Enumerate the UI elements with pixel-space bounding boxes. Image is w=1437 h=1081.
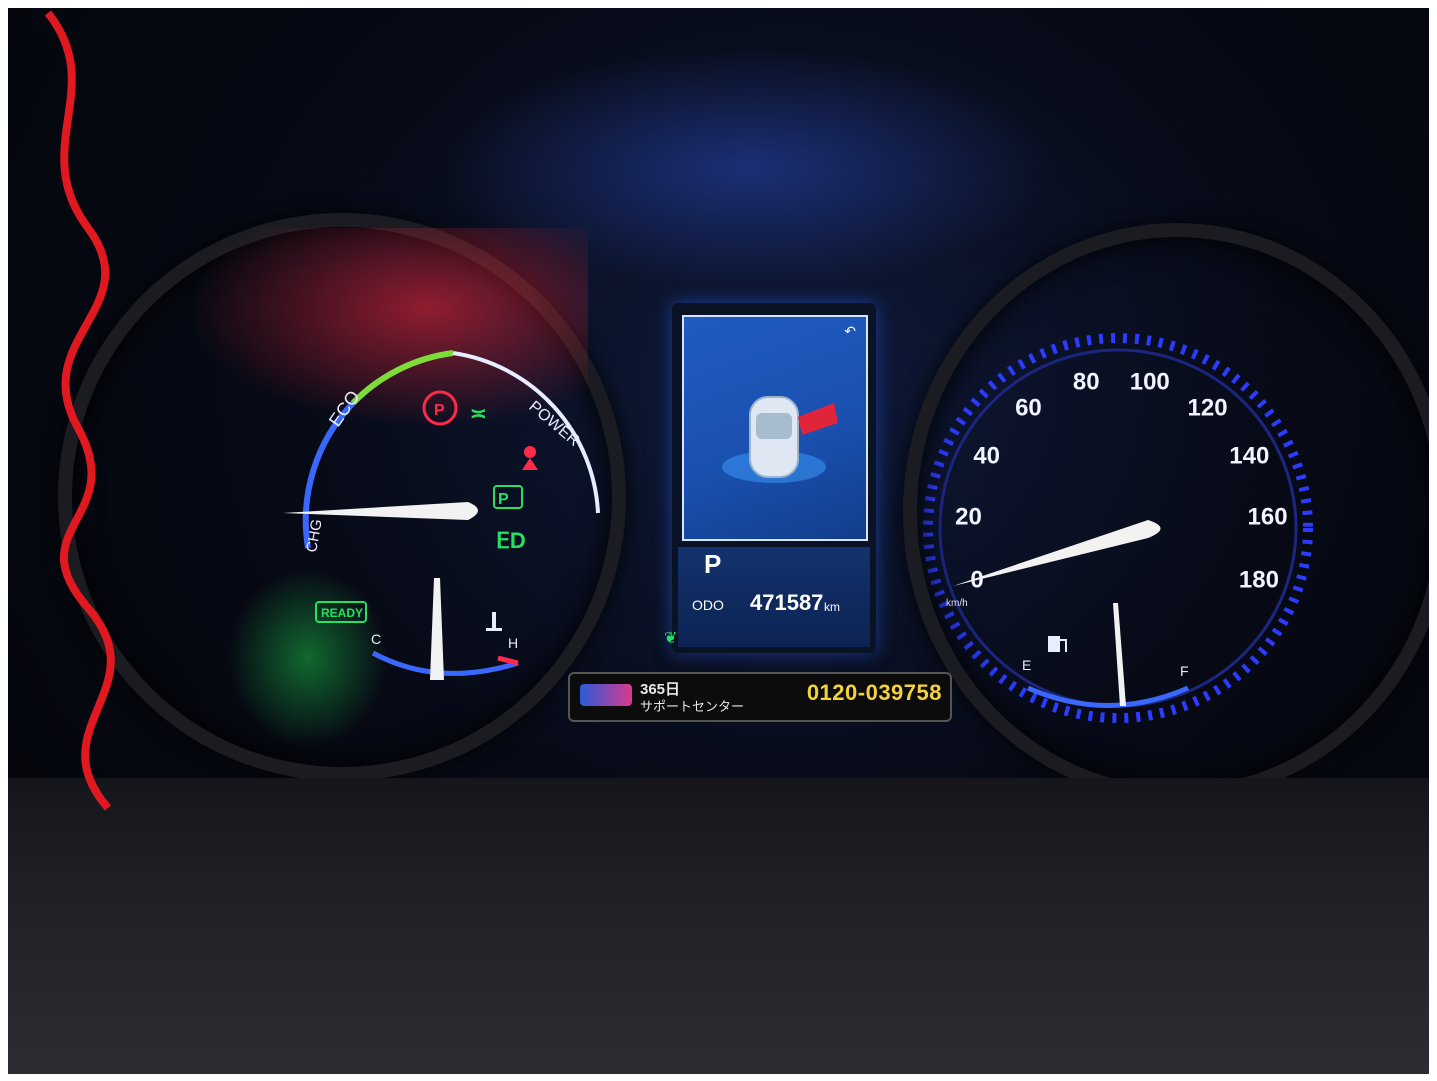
door-status-panel: ↶ bbox=[682, 315, 868, 541]
odometer-value: 471587 bbox=[750, 590, 824, 615]
back-arrow-icon: ↶ bbox=[844, 323, 856, 339]
car-door-open-icon bbox=[722, 396, 838, 483]
odo-label: ODO bbox=[692, 597, 724, 613]
svg-text:READY: READY bbox=[321, 606, 363, 620]
seatbelt-warning-icon bbox=[522, 446, 538, 470]
odometer-unit: km bbox=[824, 600, 840, 614]
temp-arc bbox=[371, 650, 519, 676]
ready-indicator: READY bbox=[315, 601, 367, 623]
dashboard-photo: ECO POWER CHG P ≍ P ⴹD READY C H 20 40 6… bbox=[8, 8, 1429, 1074]
svg-text:P: P bbox=[498, 491, 509, 508]
temp-cold-label: C bbox=[371, 631, 381, 647]
red-wire bbox=[44, 10, 115, 811]
coolant-temp-icon bbox=[486, 612, 502, 631]
dashboard-lower bbox=[8, 778, 1429, 1074]
svg-text:ⴹD: ⴹD bbox=[496, 528, 526, 553]
speedometer-bezel bbox=[903, 223, 1429, 801]
hybrid-needle bbox=[283, 502, 478, 520]
temp-hot-label: H bbox=[508, 635, 518, 651]
sticker-phone: 0120-039758 bbox=[806, 680, 942, 705]
temp-hot-zone bbox=[497, 655, 519, 666]
support-sticker: 365日 サポートセンター 0120-039758 bbox=[568, 672, 952, 722]
parking-p-icon: P bbox=[493, 485, 523, 509]
eco-arc bbox=[350, 350, 454, 406]
sticker-center: サポートセンター bbox=[640, 699, 745, 714]
headlight-icon: ≍ bbox=[470, 403, 487, 425]
temp-needle bbox=[430, 578, 444, 680]
svg-text:≍: ≍ bbox=[470, 403, 487, 425]
multi-info-display: ↶ P ODO 471587 km ❦ bbox=[664, 303, 876, 653]
parking-brake-icon: P bbox=[422, 390, 458, 426]
eco-label: ECO bbox=[325, 387, 364, 430]
svg-text:P: P bbox=[434, 402, 445, 419]
gear-indicator: P bbox=[704, 549, 722, 579]
sticker-logo bbox=[580, 684, 632, 706]
eco-leaf-icon: ❦ bbox=[664, 630, 678, 647]
fog-light-icon: ⴹD bbox=[496, 528, 526, 553]
